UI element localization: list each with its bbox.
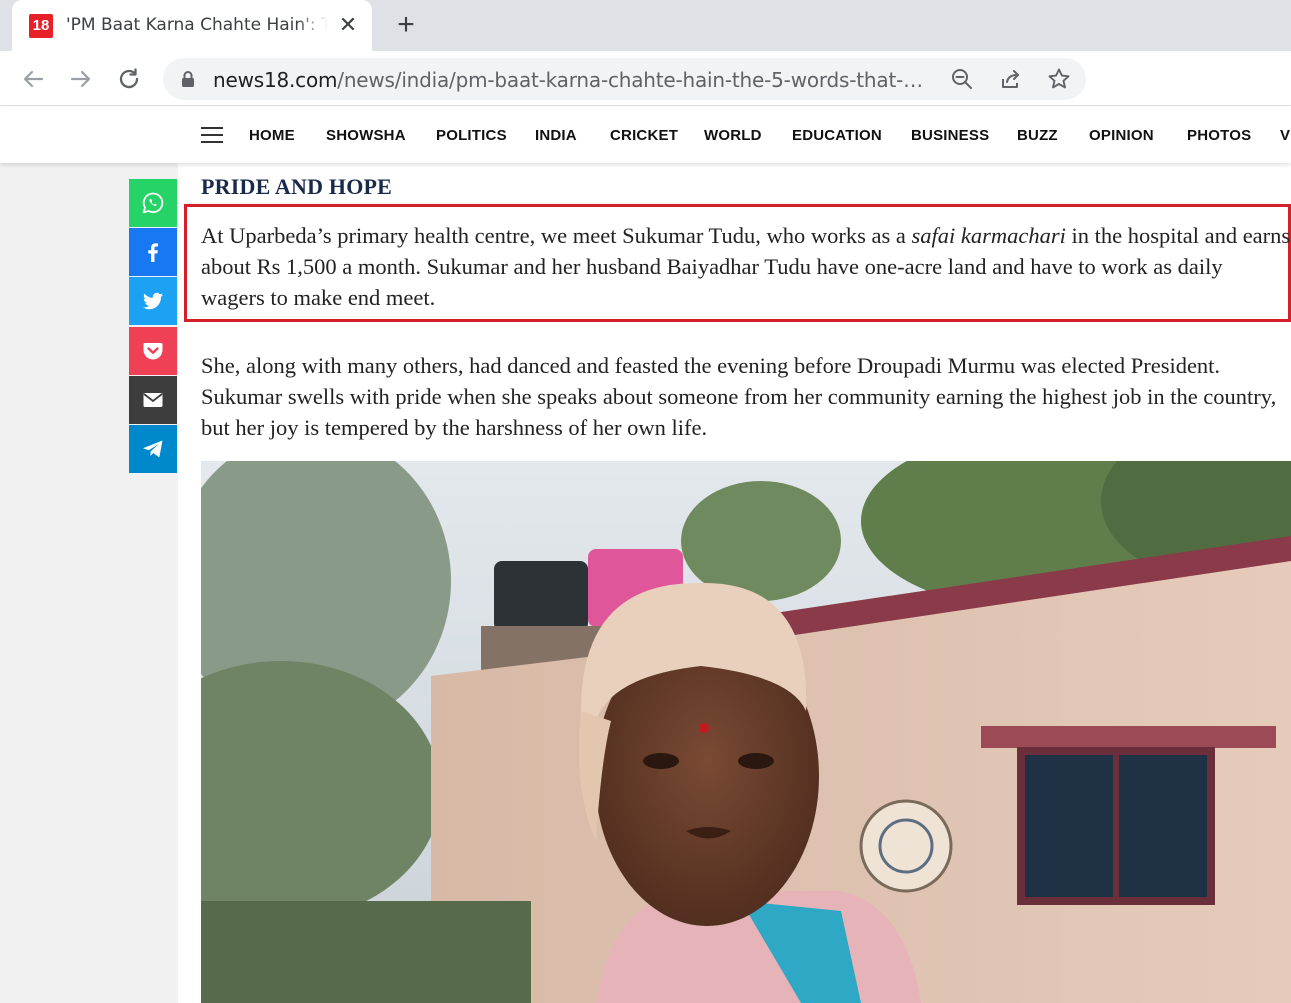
zoom-icon[interactable]: [950, 67, 974, 91]
share-whatsapp-button[interactable]: [129, 179, 177, 227]
email-envelope-icon: [143, 393, 163, 407]
reload-icon[interactable]: [113, 63, 145, 95]
nav-videos-truncated[interactable]: V: [1280, 127, 1290, 144]
nav-home[interactable]: HOME: [249, 127, 295, 144]
nav-world[interactable]: WORLD: [704, 127, 762, 144]
url-path: /news/india/pm-baat-karna-chahte-hain-th…: [337, 68, 933, 92]
para1-italic-term: safai karmachari: [911, 223, 1066, 248]
url-text[interactable]: news18.com/news/india/pm-baat-karna-chah…: [213, 68, 933, 92]
nav-business[interactable]: BUSINESS: [911, 127, 989, 144]
bookmark-star-icon[interactable]: [1047, 67, 1071, 91]
nav-opinion[interactable]: OPINION: [1089, 127, 1154, 144]
share-icon[interactable]: [999, 67, 1023, 91]
back-arrow-icon[interactable]: [17, 63, 49, 95]
share-telegram-button[interactable]: [129, 425, 177, 473]
twitter-bird-icon: [143, 292, 163, 310]
article-photo: [201, 461, 1291, 1003]
new-tab-button[interactable]: +: [392, 10, 420, 40]
photo-woman-health-centre: [201, 461, 1291, 1003]
nav-buzz[interactable]: BUZZ: [1017, 127, 1058, 144]
nav-india[interactable]: INDIA: [535, 127, 577, 144]
share-facebook-button[interactable]: [129, 228, 177, 276]
pocket-icon: [143, 343, 163, 360]
share-email-button[interactable]: [129, 376, 177, 424]
hamburger-menu-icon[interactable]: [201, 127, 223, 143]
share-pocket-button[interactable]: [129, 327, 177, 375]
browser-toolbar: news18.com/news/india/pm-baat-karna-chah…: [0, 51, 1291, 106]
facebook-icon: [148, 243, 158, 262]
telegram-plane-icon: [143, 440, 163, 458]
whatsapp-icon: [142, 192, 164, 214]
news18-favicon-icon: 18: [29, 14, 53, 38]
paragraph-highlighted: At Uparbeda’s primary health centre, we …: [201, 220, 1291, 313]
share-twitter-button[interactable]: [129, 277, 177, 325]
para1-text-start: At Uparbeda’s primary health centre, we …: [201, 223, 912, 248]
nav-politics[interactable]: POLITICS: [436, 127, 507, 144]
address-bar[interactable]: news18.com/news/india/pm-baat-karna-chah…: [163, 58, 1086, 100]
forward-arrow-icon[interactable]: [65, 63, 97, 95]
nav-cricket[interactable]: CRICKET: [610, 127, 678, 144]
tab-close-icon[interactable]: ✕: [336, 13, 360, 37]
browser-tab-active[interactable]: 18 'PM Baat Karna Chahte Hain': The 5 Wo…: [12, 0, 372, 51]
tab-strip: 18 'PM Baat Karna Chahte Hain': The 5 Wo…: [0, 0, 1291, 51]
paragraph-second: She, along with many others, had danced …: [201, 353, 1277, 440]
site-navigation: HOME SHOWSHA POLITICS INDIA CRICKET WORL…: [0, 107, 1291, 163]
section-heading: PRIDE AND HOPE: [201, 174, 393, 199]
tab-title: 'PM Baat Karna Chahte Hain': The 5 Words…: [66, 15, 328, 35]
nav-showsha[interactable]: SHOWSHA: [326, 127, 406, 144]
nav-photos[interactable]: PHOTOS: [1187, 127, 1251, 144]
url-domain: news18.com: [213, 68, 338, 92]
nav-education[interactable]: EDUCATION: [792, 127, 882, 144]
lock-icon[interactable]: [178, 69, 198, 89]
